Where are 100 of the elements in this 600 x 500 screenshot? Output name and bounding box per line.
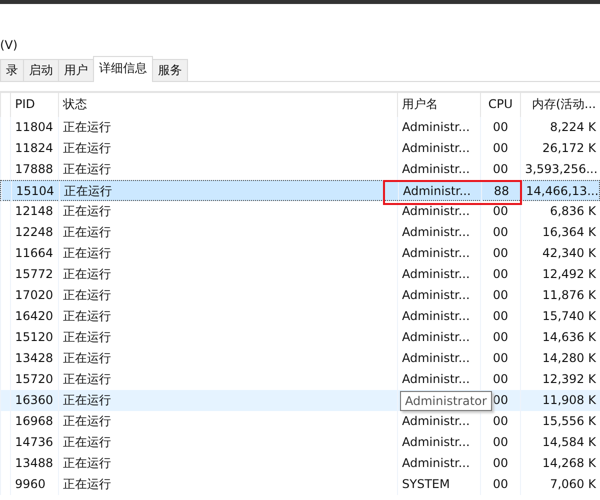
table-cell: 14,636 K [520,327,600,348]
table-cell: 12148 [10,201,58,222]
table-cell: 00 [480,411,520,432]
table-cell: Administr... [397,243,480,264]
table-cell: 00 [480,243,520,264]
table-cell: 正在运行 [58,222,397,243]
table-cell: 00 [480,264,520,285]
column-header[interactable]: 内存(活动... [520,93,600,117]
table-cell: Administr... [397,348,480,369]
table-cell: 14,584 K [520,432,600,453]
table-cell: 00 [480,432,520,453]
table-cell: Administr... [397,264,480,285]
table-cell: 正在运行 [58,306,397,327]
table-cell: 16,364 K [520,222,600,243]
table-cell: 8,224 K [520,117,600,138]
table-row[interactable]: 16420 正在运行 Administr... 00 15,740 K [0,306,600,327]
table-cell: Administr... [397,117,480,138]
table-cell: 正在运行 [58,201,397,222]
table-cell: Administr... [397,327,480,348]
table-row[interactable]: 16968 正在运行 Administr... 00 15,556 K [0,411,600,432]
table-cell: 正在运行 [58,243,397,264]
table-cell: Administr... [397,159,480,180]
table-row[interactable]: 16360 正在运行 Administrator 00 11,908 K [0,390,600,411]
table-cell: 11,876 K [520,285,600,306]
table-cell: 14,466,13... [521,181,600,202]
table-row[interactable]: 11664 正在运行 Administr... 00 42,340 K [0,243,600,264]
table-cell: 26,172 K [520,138,600,159]
table-cell: 13428 [10,348,58,369]
table-cell: 14,268 K [520,453,600,474]
table-cell: 15,556 K [520,411,600,432]
table-row[interactable]: 13488 正在运行 Administr... 00 14,268 K [0,453,600,474]
table-cell: 00 [480,201,520,222]
table-row[interactable]: 13428 正在运行 Administr... 00 14,280 K [0,348,600,369]
table-cell: Administr... [397,285,480,306]
table-row[interactable]: 11824 正在运行 Administr... 00 26,172 K [0,138,600,159]
table-row[interactable]: 15772 正在运行 Administr... 00 12,492 K [0,264,600,285]
column-header[interactable]: CPU [480,93,520,117]
table-row[interactable]: 11804 正在运行 Administr... 00 8,224 K [0,117,600,138]
column-header[interactable]: PID [10,93,58,117]
table-cell: 12248 [10,222,58,243]
table-cell: 正在运行 [58,138,397,159]
menu-item[interactable]: (V) [0,38,18,52]
table-cell: 13488 [10,453,58,474]
table-cell: Administr... [397,306,480,327]
table-cell: 15772 [10,264,58,285]
table-cell: 00 [480,159,520,180]
table-cell: Administr... [397,411,480,432]
table-cell: 42,340 K [520,243,600,264]
table-cell: Administr... [397,432,480,453]
table-cell: SYSTEM [397,474,480,495]
table-row[interactable]: 15104 正在运行 Administr... 88 14,466,13... [0,180,600,201]
table-cell: Administr... [397,453,480,474]
table-row[interactable]: 9960 正在运行 SYSTEM 00 7,060 K [0,474,600,495]
table-cell: 16360 [10,390,58,411]
table-cell: 6,836 K [520,201,600,222]
table-cell: 88 [481,181,521,202]
table-cell: 15,740 K [520,306,600,327]
table-cell: 正在运行 [58,117,397,138]
table-cell: 正在运行 [58,348,397,369]
table-cell: Administr... [397,138,480,159]
tab[interactable]: 录 [0,59,24,81]
table-row[interactable]: 12248 正在运行 Administr... 00 16,364 K [0,222,600,243]
table-cell: 正在运行 [58,474,397,495]
table-cell: 9960 [10,474,58,495]
table-cell: 00 [480,222,520,243]
table-cell: 正在运行 [58,390,397,411]
table-cell: 16420 [10,306,58,327]
tooltip: Administrator [400,391,492,411]
table-cell: 11664 [10,243,58,264]
table-cell: 15120 [10,327,58,348]
column-header[interactable]: 用户名 [397,93,480,117]
table-row[interactable]: 12148 正在运行 Administr... 00 6,836 K [0,201,600,222]
table-cell: 00 [480,117,520,138]
table-cell: 12,492 K [520,264,600,285]
table-cell: 00 [480,306,520,327]
table-cell: 正在运行 [58,453,397,474]
table-cell: 00 [480,348,520,369]
table-cell: 正在运行 [58,411,397,432]
table-row[interactable]: 17020 正在运行 Administr... 00 11,876 K [0,285,600,306]
table-cell: Administr... [398,181,481,202]
table-cell: 正在运行 [58,285,397,306]
table-cell: Administr... [397,201,480,222]
table-row[interactable]: 15120 正在运行 Administr... 00 14,636 K [0,327,600,348]
tab[interactable]: 详细信息 [93,56,153,82]
table-cell: 正在运行 [58,264,397,285]
table-cell: 15104 [11,181,59,202]
table-cell: 11,908 K [520,390,600,411]
table-cell: 正在运行 [59,181,398,202]
tab[interactable]: 启动 [23,59,59,81]
tab[interactable]: 服务 [152,59,188,81]
table-cell: 正在运行 [58,432,397,453]
table-cell: 14,280 K [520,348,600,369]
table-row[interactable]: 14736 正在运行 Administr... 00 14,584 K [0,432,600,453]
table-cell: 11804 [10,117,58,138]
table-cell: 17020 [10,285,58,306]
table-cell: 00 [480,285,520,306]
table-cell: 00 [480,453,520,474]
table-cell: 正在运行 [58,327,397,348]
column-header[interactable]: 状态 [58,93,397,117]
tab[interactable]: 用户 [58,59,94,81]
